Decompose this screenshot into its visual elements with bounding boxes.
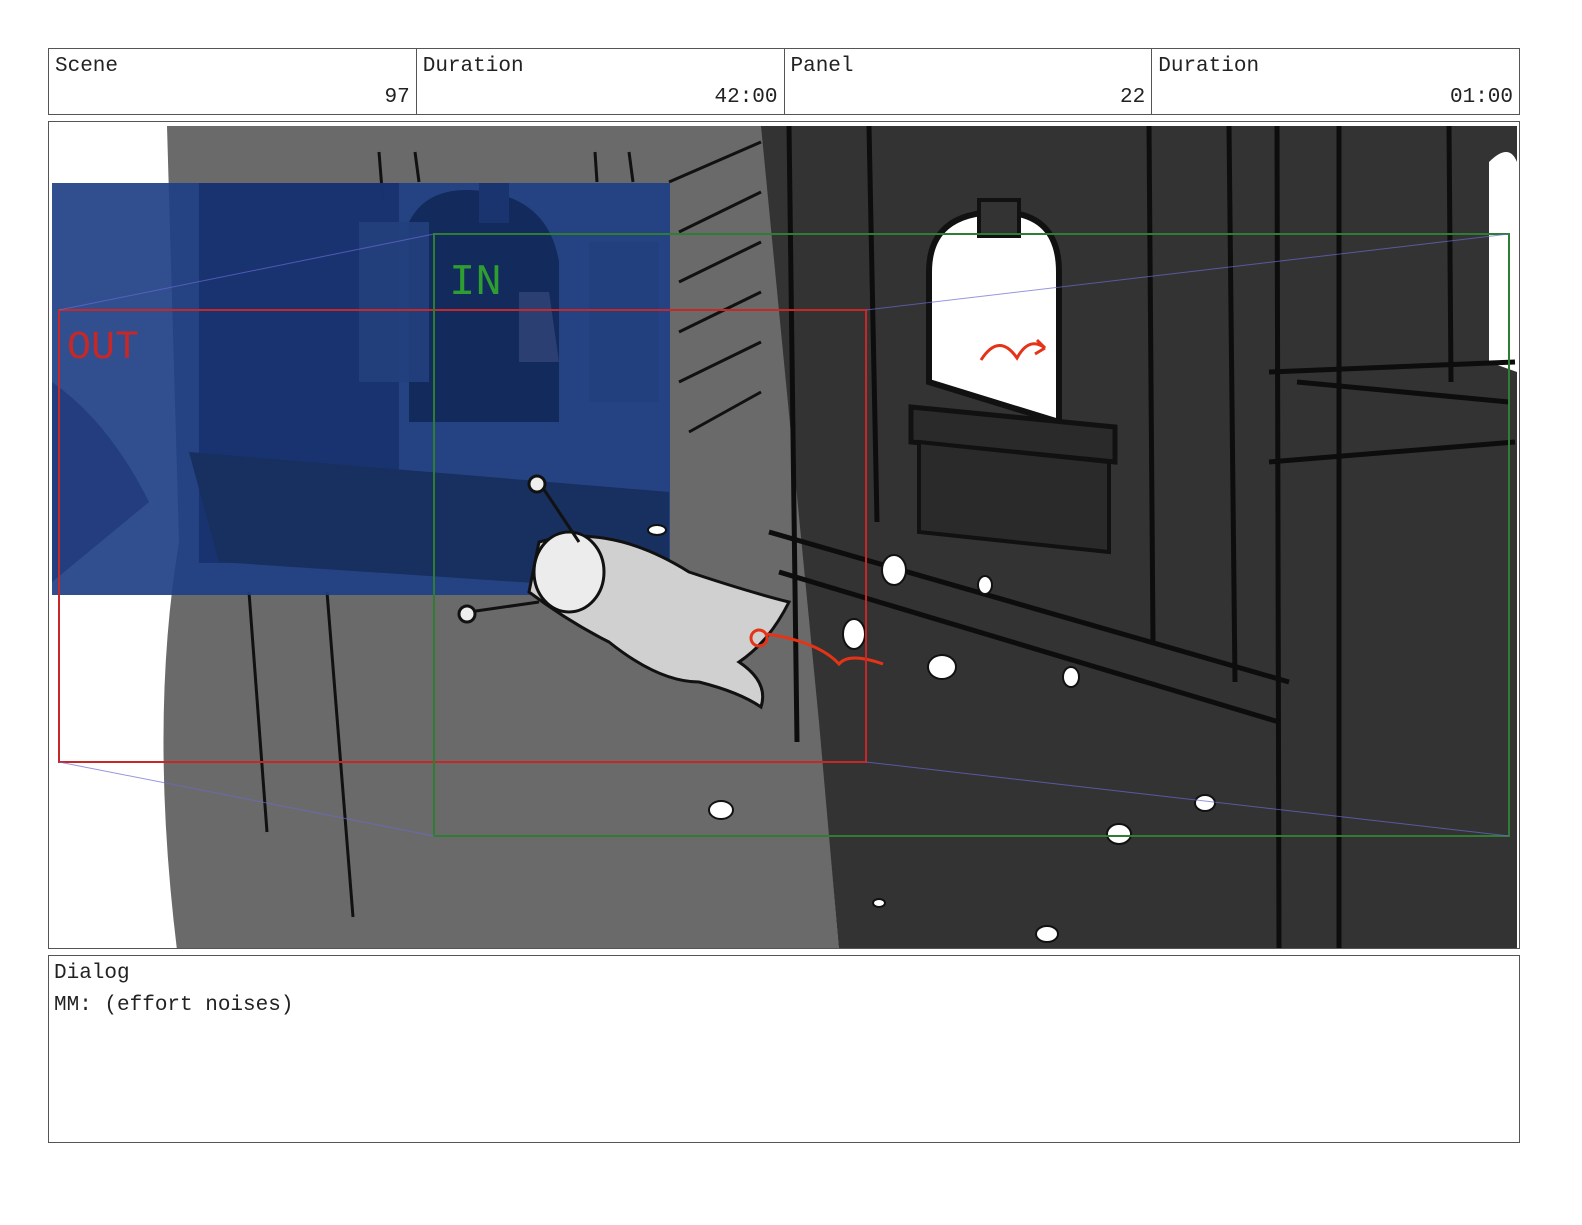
out-frame-label: OUT	[67, 326, 140, 371]
panel-drawing	[52, 125, 1517, 948]
in-frame-label: IN	[449, 258, 502, 308]
scene-duration-value: 42:00	[714, 86, 778, 109]
scene-value: 97	[384, 86, 410, 109]
dialog-text: MM: (effort noises)	[54, 994, 294, 1017]
panel-label: Panel	[790, 55, 854, 78]
scene-cell: Scene 97	[49, 49, 416, 114]
storyboard-header: Scene 97 Duration 42:00 Panel 22 Duratio…	[48, 48, 1520, 115]
scene-duration-label: Duration	[422, 55, 524, 78]
scene-label: Scene	[55, 55, 119, 78]
panel-duration-label: Duration	[1158, 55, 1260, 78]
storyboard-panel-image: IN OUT	[48, 121, 1520, 949]
dialog-label: Dialog	[54, 962, 130, 985]
dark-building	[761, 126, 1517, 948]
scene-duration-cell: Duration 42:00	[415, 49, 784, 114]
dialog-box: Dialog MM: (effort noises)	[48, 955, 1520, 1143]
panel-value: 22	[1120, 86, 1146, 109]
panel-cell: Panel 22	[783, 49, 1152, 114]
panel-duration-value: 01:00	[1449, 86, 1513, 109]
panel-duration-cell: Duration 01:00	[1151, 49, 1519, 114]
